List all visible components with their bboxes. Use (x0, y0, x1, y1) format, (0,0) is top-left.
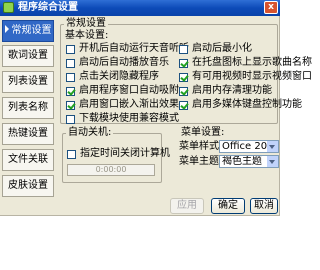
option-label: 指定时间关闭计算机 (80, 148, 170, 159)
checkbox[interactable] (67, 149, 76, 159)
checkbox[interactable] (179, 44, 188, 54)
title-bar[interactable]: 程序综合设置 x (0, 0, 280, 16)
window-title: 程序综合设置 (18, 2, 78, 13)
settings-sidebar: 常规设置 歌词设置 列表设置 列表名称 热键设置 文件关联 皮肤设置 (2, 20, 56, 210)
option-label: 启动后自动播放音乐 (79, 57, 169, 68)
sidebar-item-label: 皮肤设置 (8, 180, 48, 191)
menu-style-label: 菜单样式: (179, 141, 223, 152)
checkbox[interactable] (66, 86, 75, 96)
option-label: 启用程序窗口自动吸附 (79, 85, 179, 96)
cancel-button[interactable]: 取消 (250, 198, 278, 214)
menu-settings-title: 菜单设置: (179, 127, 227, 139)
checkbox[interactable] (66, 72, 75, 82)
close-button[interactable]: x (264, 1, 278, 14)
checkbox[interactable] (179, 86, 188, 96)
app-icon (3, 2, 14, 13)
menu-theme-label: 菜单主题: (179, 156, 223, 167)
menu-theme-value: 褐色主题 (222, 156, 262, 167)
option-label: 启用内存清理功能 (192, 85, 272, 96)
sidebar-item-file-association[interactable]: 文件关联 (2, 149, 54, 171)
option-show-video-window[interactable]: 有可用视频时显示视频窗口 (179, 71, 312, 83)
ok-button[interactable]: 确定 (211, 198, 245, 214)
sidebar-item-playlist[interactable]: 列表设置 (2, 71, 54, 93)
option-label: 启用多媒体键盘控制功能 (192, 99, 302, 110)
option-label: 启用窗口嵌入渐出效果 (79, 99, 179, 110)
sidebar-item-general[interactable]: 常规设置 (2, 20, 54, 42)
sidebar-item-label: 歌词设置 (8, 50, 48, 61)
checkbox[interactable] (179, 72, 188, 82)
general-settings-group: 常规设置 基本设置: 开机后自动运行天音听听 启动后最小化 启动后自动播放音乐 … (60, 18, 312, 125)
option-tray-song-name[interactable]: 在托盘图标上显示歌曲名称 (179, 57, 312, 69)
menu-settings-group: 菜单设置: 菜单样式: Office 2003 样式 菜单主题: 褐色主题 (174, 127, 279, 183)
checkbox[interactable] (66, 58, 75, 68)
option-close-hides[interactable]: 点击关闭隐藏程序 (66, 71, 159, 83)
option-label: 在托盘图标上显示歌曲名称 (192, 57, 312, 68)
checkbox[interactable] (66, 100, 75, 110)
apply-button[interactable]: 应用 (170, 198, 204, 214)
option-media-keys[interactable]: 启用多媒体键盘控制功能 (179, 99, 302, 111)
checkbox[interactable] (179, 58, 188, 68)
option-autoplay[interactable]: 启动后自动播放音乐 (66, 57, 169, 69)
chevron-down-icon[interactable] (267, 141, 278, 152)
option-minimize-on-start[interactable]: 启动后最小化 (179, 43, 252, 55)
auto-shutdown-title: 自动关机: (66, 127, 114, 139)
sidebar-item-label: 列表名称 (8, 102, 48, 113)
checkbox[interactable] (179, 100, 188, 110)
arrow-right-icon (4, 25, 9, 33)
option-scheduled-shutdown[interactable]: 指定时间关闭计算机 (67, 148, 170, 160)
sidebar-item-skin[interactable]: 皮肤设置 (2, 175, 54, 197)
settings-window: 程序综合设置 x 常规设置 歌词设置 列表设置 列表名称 热键设置 文件关联 皮… (0, 0, 312, 216)
option-label: 有可用视频时显示视频窗口 (192, 71, 312, 82)
option-memory-cleanup[interactable]: 启用内存清理功能 (179, 85, 272, 97)
option-window-snap[interactable]: 启用程序窗口自动吸附 (66, 85, 179, 97)
option-label: 启动后最小化 (192, 43, 252, 54)
checkbox[interactable] (66, 114, 75, 124)
option-label: 下载模块使用兼容模式 (79, 113, 179, 124)
shutdown-time-field[interactable]: 0:00:00 (67, 164, 155, 176)
chevron-down-icon[interactable] (267, 156, 278, 167)
auto-shutdown-group: 自动关机: 指定时间关闭计算机 0:00:00 (62, 127, 170, 183)
menu-style-select[interactable]: Office 2003 样式 (219, 140, 279, 153)
sidebar-item-label: 常规设置 (11, 25, 52, 36)
option-fade-effect[interactable]: 启用窗口嵌入渐出效果 (66, 99, 179, 111)
general-settings-title: 常规设置 (64, 18, 108, 30)
option-label: 开机后自动运行天音听听 (79, 43, 189, 54)
basic-settings-title: 基本设置: (65, 30, 109, 41)
sidebar-item-list-names[interactable]: 列表名称 (2, 97, 54, 119)
sidebar-item-label: 热键设置 (8, 128, 48, 139)
sidebar-item-lyrics[interactable]: 歌词设置 (2, 45, 54, 67)
checkbox[interactable] (66, 44, 75, 54)
option-label: 点击关闭隐藏程序 (79, 71, 159, 82)
sidebar-item-label: 文件关联 (8, 154, 48, 165)
sidebar-item-hotkeys[interactable]: 热键设置 (2, 123, 54, 145)
menu-theme-select[interactable]: 褐色主题 (219, 155, 279, 168)
option-download-compat[interactable]: 下载模块使用兼容模式 (66, 113, 179, 125)
option-autostart[interactable]: 开机后自动运行天音听听 (66, 43, 189, 55)
sidebar-item-label: 列表设置 (8, 76, 48, 87)
